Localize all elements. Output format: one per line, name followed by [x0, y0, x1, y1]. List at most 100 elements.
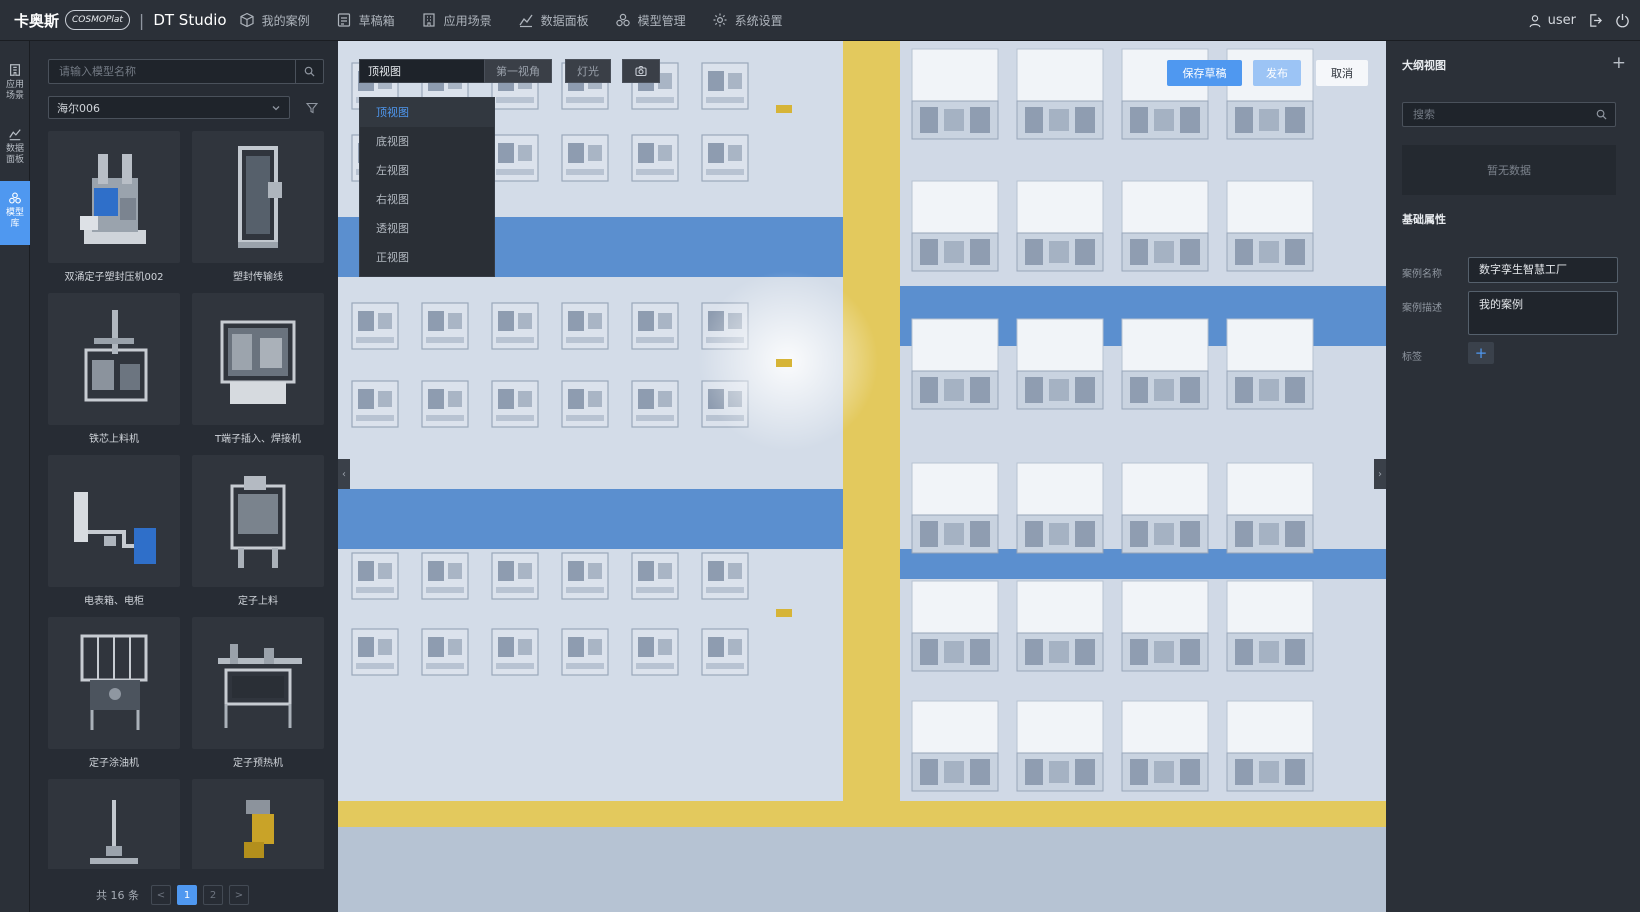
model-card[interactable]: 电表箱、电柜 — [48, 455, 180, 617]
machine-unit — [1016, 700, 1104, 792]
machine-unit — [1121, 462, 1209, 554]
product-name: DT Studio — [153, 11, 227, 29]
machine-station — [351, 628, 399, 676]
user-icon — [1529, 14, 1541, 27]
case-name-field[interactable]: 数字孪生智慧工厂 — [1468, 257, 1618, 283]
3d-viewport[interactable]: 顶视图 第一视角 灯光 顶视图 底视图 左视图 右视图 透视图 正视图 保存草稿… — [338, 41, 1386, 912]
core-loader-image — [84, 310, 148, 402]
machine-station — [701, 552, 749, 600]
machine-station — [631, 628, 679, 676]
machine-unit — [1016, 180, 1104, 272]
machine-station — [701, 134, 749, 182]
terminal-welder-image — [220, 320, 296, 404]
robot-arm — [776, 609, 792, 617]
next-page-button[interactable]: > — [229, 885, 249, 905]
nav-label: 应用场景 — [443, 13, 492, 28]
filter-button[interactable] — [300, 96, 324, 119]
nav-label: 我的案例 — [261, 13, 310, 28]
rail-item-app-scenes[interactable]: 应用场景 — [0, 53, 30, 117]
machine-unit — [911, 462, 999, 554]
user-menu[interactable]: user — [1528, 13, 1576, 28]
conveyor-line-image — [238, 146, 282, 248]
add-tag-button[interactable]: + — [1468, 342, 1494, 364]
brand[interactable]: 卡奥斯 COSMOPlat | DT Studio — [0, 0, 227, 41]
cancel-button[interactable]: 取消 — [1316, 60, 1368, 86]
outline-title: 大纲视图 — [1402, 59, 1446, 72]
machine-unit — [1226, 580, 1314, 672]
add-icon[interactable]: + — [1612, 53, 1626, 73]
model-search — [48, 59, 324, 84]
model-thumbnail — [192, 131, 324, 263]
model-card[interactable] — [48, 779, 180, 869]
model-thumbnail — [192, 293, 324, 425]
stator-loader-image — [230, 476, 286, 568]
prev-page-button[interactable]: < — [151, 885, 171, 905]
app-window: 卡奥斯 COSMOPlat | DT Studio 我的案例 草稿箱 应用场景 … — [0, 0, 1640, 912]
view-type-select[interactable]: 顶视图 — [359, 59, 487, 83]
stator-preheater-image — [218, 644, 302, 728]
machine-station — [561, 302, 609, 350]
model-card[interactable] — [192, 779, 324, 869]
save-draft-button[interactable]: 保存草稿 — [1167, 60, 1242, 86]
rail-item-data-panel[interactable]: 数据面板 — [0, 117, 30, 181]
nav-drafts[interactable]: 草稿箱 — [336, 12, 395, 29]
model-card[interactable]: 塑封传输线 — [192, 131, 324, 293]
nav-app-scenes[interactable]: 应用场景 — [421, 12, 492, 29]
model-card[interactable]: 定子涂油机 — [48, 617, 180, 779]
view-option-front[interactable]: 正视图 — [360, 243, 494, 272]
machine-station — [351, 302, 399, 350]
model-card[interactable]: 定子预热机 — [192, 617, 324, 779]
model-thumbnail — [48, 779, 180, 869]
nav-label: 数据面板 — [540, 13, 589, 28]
model-card[interactable]: 铁芯上料机 — [48, 293, 180, 455]
basic-properties-title: 基础属性 — [1402, 213, 1446, 226]
screenshot-button[interactable] — [622, 59, 660, 83]
machine-station — [421, 302, 469, 350]
case-description-field[interactable]: 我的案例 — [1468, 291, 1618, 335]
page-1-button[interactable]: 1 — [177, 885, 197, 905]
nav-model-management[interactable]: 模型管理 — [615, 12, 686, 29]
first-person-view-button[interactable]: 第一视角 — [484, 59, 552, 83]
category-select[interactable]: 海尔006 — [48, 96, 290, 119]
model-grid: 双涌定子塑封压机002 塑封传输线 铁芯上料机 T端子插入、焊接机 电表箱、电柜… — [48, 131, 324, 869]
model-card[interactable]: 双涌定子塑封压机002 — [48, 131, 180, 293]
view-option-top[interactable]: 顶视图 — [360, 98, 494, 127]
machine-unit — [911, 700, 999, 792]
model-card[interactable]: 定子上料 — [192, 455, 324, 617]
view-type-value: 顶视图 — [368, 65, 401, 78]
nav-data-panel[interactable]: 数据面板 — [518, 12, 589, 29]
model-card-name: 铁芯上料机 — [89, 434, 139, 445]
model-card[interactable]: T端子插入、焊接机 — [192, 293, 324, 455]
model-thumbnail — [192, 455, 324, 587]
page-2-button[interactable]: 2 — [203, 885, 223, 905]
view-option-bottom[interactable]: 底视图 — [360, 127, 494, 156]
rail-label: 应用场景 — [6, 80, 25, 101]
model-thumbnail — [48, 131, 180, 263]
power-icon[interactable] — [1615, 13, 1630, 28]
outline-search-input[interactable] — [1403, 103, 1596, 126]
publish-button[interactable]: 发布 — [1253, 60, 1301, 86]
light-button[interactable]: 灯光 — [565, 59, 611, 83]
machine-station — [491, 134, 539, 182]
model-card-name: 定子涂油机 — [89, 758, 139, 769]
rail-item-model-library[interactable]: 模型库 — [0, 181, 30, 245]
nav-system-settings[interactable]: 系统设置 — [712, 12, 783, 29]
search-icon[interactable] — [1596, 109, 1607, 120]
logout-icon[interactable] — [1588, 13, 1603, 28]
model-card-name: T端子插入、焊接机 — [214, 434, 302, 445]
machine-unit — [911, 180, 999, 272]
collapse-left-panel-handle[interactable]: ‹ — [338, 459, 350, 489]
rail-label: 数据面板 — [6, 144, 25, 165]
collapse-right-panel-handle[interactable]: › — [1374, 459, 1386, 489]
model-search-input[interactable] — [49, 60, 295, 83]
machine-station — [491, 552, 539, 600]
cube-icon — [239, 12, 254, 28]
machine-unit — [1121, 700, 1209, 792]
view-option-perspective[interactable]: 透视图 — [360, 214, 494, 243]
view-option-right[interactable]: 右视图 — [360, 185, 494, 214]
nav-my-cases[interactable]: 我的案例 — [239, 12, 310, 29]
view-option-left[interactable]: 左视图 — [360, 156, 494, 185]
nav-label: 模型管理 — [637, 13, 686, 28]
model-search-button[interactable] — [295, 60, 323, 83]
total-count: 共 16 条 — [96, 889, 139, 902]
